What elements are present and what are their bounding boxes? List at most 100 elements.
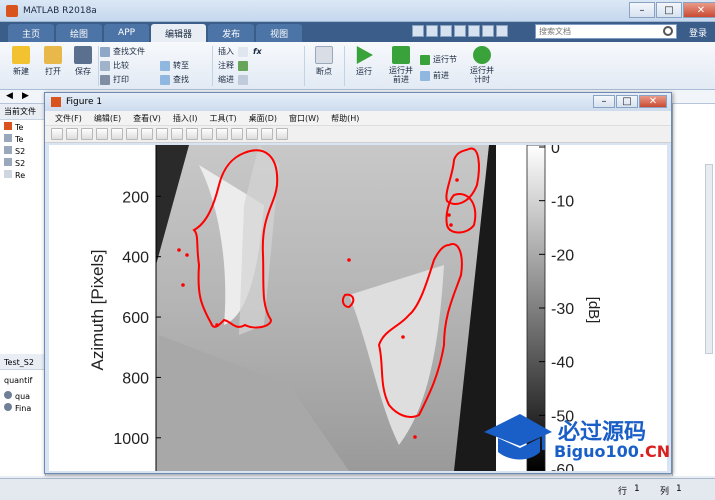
- tab-home[interactable]: 主页: [8, 24, 55, 42]
- paste-quick-icon[interactable]: [454, 25, 466, 37]
- data-file-icon: [4, 158, 12, 166]
- insert-button[interactable]: 插入 fx: [218, 46, 262, 57]
- colorbar-tick-label: -30: [551, 301, 574, 318]
- tab-publish[interactable]: 发布: [208, 24, 255, 42]
- rotate-icon[interactable]: [171, 128, 183, 140]
- run-and-advance-button[interactable]: 运行并 前进: [384, 46, 418, 84]
- legend-toggle-icon[interactable]: [246, 128, 258, 140]
- brush-icon[interactable]: [201, 128, 213, 140]
- search-icon[interactable]: [663, 26, 673, 36]
- figure-maximize-button[interactable]: □: [616, 95, 638, 108]
- indent-button[interactable]: 缩进: [218, 74, 251, 85]
- colorbar-toggle-icon[interactable]: [231, 128, 243, 140]
- run-advance-icon: [392, 46, 410, 64]
- y-axis-label: Azimuth [Pixels]: [88, 250, 107, 371]
- copy-quick-icon[interactable]: [440, 25, 452, 37]
- insert-icon: [238, 46, 248, 57]
- run-section-icon: [420, 54, 430, 65]
- hide-tools-icon[interactable]: [261, 128, 273, 140]
- run-and-time-button[interactable]: 运行并 计时: [466, 46, 498, 84]
- colorbar-tick-label: -20: [551, 247, 574, 264]
- maximize-button[interactable]: □: [656, 2, 682, 18]
- run-button[interactable]: 运行: [350, 46, 378, 77]
- printer-icon: [100, 74, 110, 85]
- tab-plots[interactable]: 绘图: [56, 24, 103, 42]
- figure-minimize-button[interactable]: –: [593, 95, 615, 108]
- quick-access-toolbar: [410, 25, 508, 37]
- pointer-icon[interactable]: [111, 128, 123, 140]
- matlab-logo-icon: [6, 4, 18, 17]
- dock-icon[interactable]: [276, 128, 288, 140]
- close-button[interactable]: ✕: [683, 2, 715, 18]
- breakpoints-button[interactable]: 断点: [308, 46, 340, 77]
- details-item[interactable]: qua: [4, 391, 41, 403]
- new-figure-icon[interactable]: [51, 128, 63, 140]
- help-quick-icon[interactable]: [496, 25, 508, 37]
- new-button[interactable]: 新建: [6, 46, 36, 77]
- goto-button[interactable]: 转至: [160, 60, 189, 71]
- menu-help[interactable]: 帮助(H): [331, 113, 359, 124]
- function-icon[interactable]: fx: [253, 47, 262, 56]
- row-value: 1: [634, 484, 640, 494]
- tab-apps[interactable]: APP: [104, 24, 150, 42]
- menu-file[interactable]: 文件(F): [55, 113, 82, 124]
- back-arrow-icon[interactable]: ◀: [6, 91, 13, 101]
- undo-quick-icon[interactable]: [468, 25, 480, 37]
- menu-window[interactable]: 窗口(W): [289, 113, 319, 124]
- file-item[interactable]: S2: [4, 158, 41, 170]
- status-bar: 行 1 列 1: [0, 478, 715, 500]
- save-figure-icon[interactable]: [81, 128, 93, 140]
- file-item[interactable]: S2: [4, 146, 41, 158]
- compare-button[interactable]: 比较: [100, 60, 129, 71]
- row-label: 行: [618, 487, 628, 497]
- find-button[interactable]: 查找: [160, 74, 189, 85]
- tab-editor[interactable]: 编辑器: [151, 24, 207, 42]
- advance-button[interactable]: 前进: [420, 70, 449, 81]
- find-icon: [160, 74, 170, 85]
- forward-arrow-icon[interactable]: ▶: [22, 91, 29, 101]
- ribbon-separator: [212, 46, 213, 86]
- menu-desktop[interactable]: 桌面(D): [249, 113, 277, 124]
- watermark-subtitle-main: Biguo100: [554, 442, 639, 461]
- menu-insert[interactable]: 插入(I): [173, 113, 198, 124]
- login-link[interactable]: 登录: [689, 26, 707, 39]
- y-tick-label: 600: [122, 310, 149, 327]
- item-icon: [4, 403, 12, 411]
- menu-tools[interactable]: 工具(T): [209, 113, 236, 124]
- save-quick-icon[interactable]: [412, 25, 424, 37]
- contour-dot: [177, 248, 181, 252]
- print-button[interactable]: 打印: [100, 74, 129, 85]
- figure-toolbar: [45, 126, 671, 143]
- y-tick-label: 400: [122, 250, 149, 267]
- open-file-icon[interactable]: [66, 128, 78, 140]
- vertical-scrollbar[interactable]: [705, 164, 713, 354]
- tab-view[interactable]: 视图: [256, 24, 303, 42]
- find-files-button[interactable]: 查找文件: [100, 46, 145, 57]
- file-item[interactable]: Te: [4, 134, 41, 146]
- file-item[interactable]: Re: [4, 170, 41, 182]
- menu-view[interactable]: 查看(V): [133, 113, 161, 124]
- data-cursor-icon[interactable]: [186, 128, 198, 140]
- save-button[interactable]: 保存: [68, 46, 98, 77]
- zoom-in-icon[interactable]: [126, 128, 138, 140]
- figure-close-button[interactable]: ✕: [639, 95, 667, 108]
- run-time-icon: [473, 46, 491, 64]
- watermark-logo: 必过源码 Biguo100.CN: [482, 410, 682, 470]
- cut-quick-icon[interactable]: [426, 25, 438, 37]
- minimize-button[interactable]: –: [629, 2, 655, 18]
- indent-icon: [238, 74, 248, 85]
- link-icon[interactable]: [216, 128, 228, 140]
- y-axis: 200 400 600 800 1000 Azimuth [Pixels]: [88, 145, 161, 471]
- search-documentation-input[interactable]: 搜索文档: [535, 24, 677, 39]
- zoom-out-icon[interactable]: [141, 128, 153, 140]
- pan-hand-icon[interactable]: [156, 128, 168, 140]
- figure-title: Figure 1: [66, 97, 103, 107]
- redo-quick-icon[interactable]: [482, 25, 494, 37]
- run-section-button[interactable]: 运行节: [420, 54, 457, 65]
- details-item[interactable]: Fina: [4, 403, 41, 415]
- open-button[interactable]: 打开: [38, 46, 68, 77]
- file-item[interactable]: Te: [4, 122, 41, 134]
- menu-edit[interactable]: 编辑(E): [94, 113, 121, 124]
- print-figure-icon[interactable]: [96, 128, 108, 140]
- comment-button[interactable]: 注释: [218, 60, 251, 71]
